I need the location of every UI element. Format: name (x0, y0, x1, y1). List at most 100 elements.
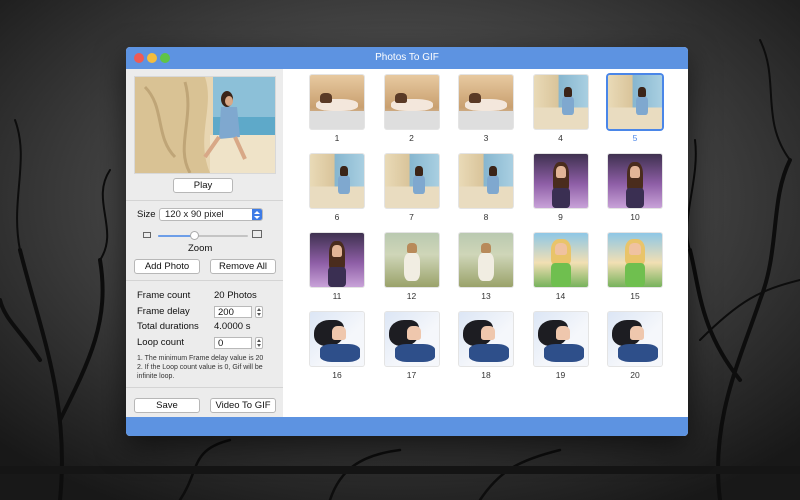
divider (126, 280, 283, 281)
thumbnail-number: 18 (481, 370, 491, 380)
thumbnail-number: 10 (630, 212, 640, 222)
photo-thumbnail[interactable]: 12 (378, 229, 446, 303)
zoom-out-icon (143, 232, 151, 238)
thumbnail-number: 16 (332, 370, 342, 380)
thumbnail-number: 4 (558, 133, 563, 143)
thumbnail-image (384, 154, 439, 208)
photo-thumbnail[interactable]: 8 (452, 150, 520, 224)
frame-count-value: 20 Photos (214, 290, 257, 301)
minimize-window-button[interactable] (147, 53, 157, 63)
save-button[interactable]: Save (134, 398, 200, 413)
thumbnail-number: 12 (406, 291, 417, 301)
thumbnail-number: 6 (334, 212, 340, 222)
thumbnail-image (608, 154, 662, 208)
total-durations-label: Total durations (137, 321, 199, 332)
size-label: Size (137, 209, 156, 220)
zoom-in-icon (252, 230, 262, 238)
app-window: Photos To GIF Play Size 120 x 90 pixel Z… (126, 47, 688, 436)
thumbnail-image (533, 312, 588, 366)
zoom-slider-knob[interactable] (190, 231, 199, 240)
thumbnail-image (533, 75, 588, 129)
frame-delay-field[interactable]: 200 (214, 306, 252, 318)
add-photo-button[interactable]: Add Photo (134, 259, 200, 274)
photo-thumbnail[interactable]: 20 (601, 308, 669, 382)
thumbnail-image (533, 154, 588, 208)
window-title: Photos To GIF (375, 52, 439, 63)
photo-thumbnail[interactable]: 2 (378, 71, 446, 145)
preview-image (135, 77, 275, 174)
thumbnail-image (310, 154, 364, 208)
size-select[interactable]: 120 x 90 pixel (159, 208, 263, 221)
thumbnail-image (459, 75, 513, 129)
thumbnail-image (384, 233, 439, 287)
photo-thumbnail[interactable]: 10 (601, 150, 669, 224)
thumbnail-image (310, 233, 364, 287)
photo-thumbnail[interactable]: 4 (527, 71, 595, 145)
gif-preview (135, 77, 275, 174)
note-2: 2. If the Loop count value is 0, Gif wil… (137, 364, 263, 380)
zoom-label: Zoom (188, 243, 213, 254)
thumbnail-image (459, 312, 513, 366)
bottom-bar (126, 417, 688, 436)
size-value: 120 x 90 pixel (165, 209, 224, 220)
thumbnail-number: 14 (555, 291, 566, 301)
close-window-button[interactable] (134, 53, 144, 63)
thumbnail-image (384, 312, 439, 366)
divider (126, 200, 283, 201)
photo-thumbnail[interactable]: 17 (378, 308, 446, 382)
photo-thumbnail[interactable]: 6 (303, 150, 371, 224)
photo-grid: 1 2 3 4 5 6 7 8 9 10 11 12 13 14 15 16 17 18 19 20 (283, 69, 688, 417)
photo-thumbnail[interactable]: 1 (303, 71, 371, 145)
thumbnail-number: 8 (483, 212, 489, 222)
photo-thumbnail[interactable]: 5 (601, 71, 669, 145)
photo-thumbnail[interactable]: 16 (303, 308, 371, 382)
loop-count-stepper[interactable] (255, 337, 263, 349)
settings-panel: Play Size 120 x 90 pixel Zoom Add Photo … (126, 69, 284, 417)
thumbnail-number: 9 (558, 212, 563, 222)
frame-delay-label: Frame delay (137, 306, 190, 317)
loop-count-label: Loop count (137, 337, 185, 348)
thumbnail-number: 11 (332, 291, 342, 301)
photo-thumbnail[interactable]: 9 (527, 150, 595, 224)
photo-thumbnail[interactable]: 19 (527, 308, 595, 382)
play-button[interactable]: Play (173, 178, 233, 193)
thumbnail-image (533, 233, 588, 287)
photo-thumbnail[interactable]: 13 (452, 229, 520, 303)
zoom-slider-fill (158, 235, 194, 237)
thumbnail-image (459, 154, 513, 208)
frame-count-label: Frame count (137, 290, 191, 301)
thumbnail-number: 19 (555, 370, 566, 380)
thumbnail-number: 13 (481, 291, 491, 301)
loop-count-field[interactable]: 0 (214, 337, 252, 349)
thumbnail-number: 15 (630, 291, 640, 301)
frame-delay-stepper[interactable] (255, 306, 263, 318)
photo-thumbnail[interactable]: 7 (378, 150, 446, 224)
zoom-window-button[interactable] (160, 53, 170, 63)
thumbnail-number: 2 (409, 133, 414, 143)
thumbnail-image (310, 75, 364, 129)
notes: 1. The minimum Frame delay value is 20 2… (137, 354, 277, 381)
photo-thumbnail[interactable]: 15 (601, 229, 669, 303)
photo-thumbnail[interactable]: 14 (527, 229, 595, 303)
thumbnail-image (384, 75, 439, 129)
video-to-gif-button[interactable]: Video To GIF (210, 398, 276, 413)
title-bar[interactable]: Photos To GIF (126, 47, 688, 69)
note-1: 1. The minimum Frame delay value is 20 (137, 355, 264, 362)
thumbnail-number: 7 (409, 212, 414, 222)
divider (126, 387, 283, 388)
photo-thumbnail[interactable]: 3 (452, 71, 520, 145)
total-durations-value: 4.0000 s (214, 321, 251, 332)
thumbnail-image (310, 312, 364, 366)
thumbnail-image (608, 312, 662, 366)
select-arrows-icon (252, 209, 262, 220)
thumbnail-number: 20 (630, 370, 640, 380)
thumbnail-number: 5 (632, 133, 638, 143)
thumbnail-number: 3 (483, 133, 489, 143)
photo-thumbnail[interactable]: 18 (452, 308, 520, 382)
photo-thumbnail[interactable]: 11 (303, 229, 371, 303)
zoom-slider[interactable] (158, 231, 248, 240)
thumbnail-image (608, 75, 662, 129)
thumbnail-image (608, 233, 662, 287)
remove-all-button[interactable]: Remove All (210, 259, 276, 274)
thumbnail-image (459, 233, 513, 287)
